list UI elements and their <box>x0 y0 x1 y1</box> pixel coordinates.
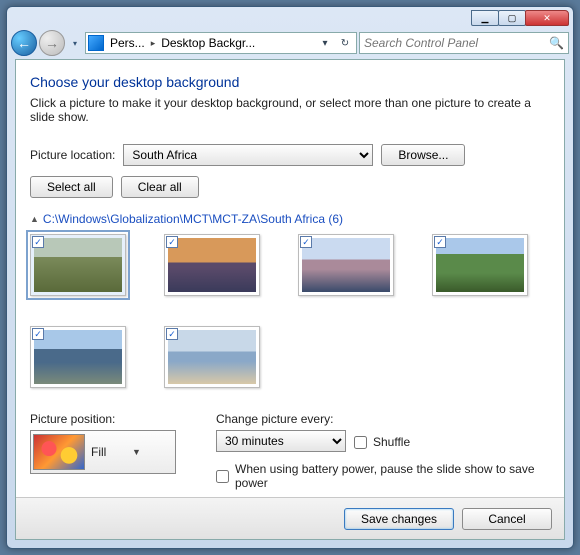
battery-pause-checkbox[interactable] <box>216 470 229 483</box>
wallpaper-image <box>34 330 122 384</box>
cancel-button[interactable]: Cancel <box>462 508 552 530</box>
clear-all-button[interactable]: Clear all <box>121 176 199 198</box>
chevron-down-icon: ▼ <box>132 447 173 457</box>
shuffle-checkbox[interactable] <box>354 436 367 449</box>
thumb-checkbox[interactable]: ✓ <box>434 236 446 248</box>
wallpaper-thumb[interactable]: ✓ <box>298 234 394 296</box>
location-icon <box>88 35 104 51</box>
save-changes-button[interactable]: Save changes <box>344 508 454 530</box>
maximize-button[interactable]: ▢ <box>498 10 526 26</box>
page-subtitle: Click a picture to make it your desktop … <box>30 96 544 124</box>
wallpaper-image <box>34 238 122 292</box>
address-bar[interactable]: Pers... ▸ Desktop Backgr... ▾ ↻ <box>85 32 357 54</box>
minimize-button[interactable]: ▁ <box>471 10 499 26</box>
content-pane: Choose your desktop background Click a p… <box>16 60 564 497</box>
history-dropdown[interactable]: ▾ <box>67 33 83 53</box>
wallpaper-image <box>168 330 256 384</box>
change-interval-select[interactable]: 30 minutes <box>216 430 346 452</box>
titlebar: ▁ ▢ ✕ <box>7 7 573 27</box>
thumb-checkbox[interactable]: ✓ <box>32 328 44 340</box>
wallpaper-image <box>302 238 390 292</box>
navbar: ← → ▾ Pers... ▸ Desktop Backgr... ▾ ↻ 🔍 <box>7 27 573 59</box>
shuffle-label: Shuffle <box>373 435 410 449</box>
position-value: Fill <box>91 445 126 459</box>
browse-button[interactable]: Browse... <box>381 144 465 166</box>
thumb-checkbox[interactable]: ✓ <box>166 328 178 340</box>
window: ▁ ▢ ✕ ← → ▾ Pers... ▸ Desktop Backgr... … <box>6 6 574 549</box>
thumbnail-grid: ✓ ✓ ✓ ✓ ✓ <box>30 234 544 388</box>
group-path: C:\Windows\Globalization\MCT\MCT-ZA\Sout… <box>43 212 343 226</box>
thumb-checkbox[interactable]: ✓ <box>300 236 312 248</box>
wallpaper-thumb[interactable]: ✓ <box>432 234 528 296</box>
wallpaper-image <box>168 238 256 292</box>
wallpaper-thumb[interactable]: ✓ <box>164 326 260 388</box>
back-button[interactable]: ← <box>11 30 37 56</box>
wallpaper-image <box>436 238 524 292</box>
battery-pause-label: When using battery power, pause the slid… <box>235 462 544 490</box>
footer: Save changes Cancel <box>16 497 564 539</box>
search-box[interactable]: 🔍 <box>359 32 569 54</box>
breadcrumb[interactable]: Pers... <box>106 36 149 50</box>
change-interval-label: Change picture every: <box>216 412 544 426</box>
search-icon: 🔍 <box>549 36 564 50</box>
address-dropdown[interactable]: ▾ <box>316 38 334 49</box>
picture-position-label: Picture position: <box>30 412 176 426</box>
wallpaper-thumb[interactable]: ✓ <box>30 234 126 296</box>
page-title: Choose your desktop background <box>30 74 544 90</box>
thumb-checkbox[interactable]: ✓ <box>166 236 178 248</box>
client-area: Choose your desktop background Click a p… <box>15 59 565 540</box>
chevron-right-icon: ▸ <box>151 38 156 49</box>
group-header[interactable]: ▲ C:\Windows\Globalization\MCT\MCT-ZA\So… <box>30 212 544 226</box>
select-all-button[interactable]: Select all <box>30 176 113 198</box>
breadcrumb[interactable]: Desktop Backgr... <box>157 36 259 50</box>
collapse-icon: ▲ <box>30 214 39 224</box>
picture-location-label: Picture location: <box>30 148 115 162</box>
forward-button[interactable]: → <box>39 30 65 56</box>
search-input[interactable] <box>364 36 549 50</box>
close-button[interactable]: ✕ <box>525 10 569 26</box>
thumb-checkbox[interactable]: ✓ <box>32 236 44 248</box>
wallpaper-thumb[interactable]: ✓ <box>30 326 126 388</box>
position-swatch <box>33 434 85 470</box>
refresh-button[interactable]: ↻ <box>336 38 354 49</box>
wallpaper-thumb[interactable]: ✓ <box>164 234 260 296</box>
picture-position-select[interactable]: Fill ▼ <box>30 430 176 474</box>
bottom-options: Picture position: Fill ▼ Change picture … <box>30 412 544 490</box>
picture-location-select[interactable]: South Africa <box>123 144 373 166</box>
